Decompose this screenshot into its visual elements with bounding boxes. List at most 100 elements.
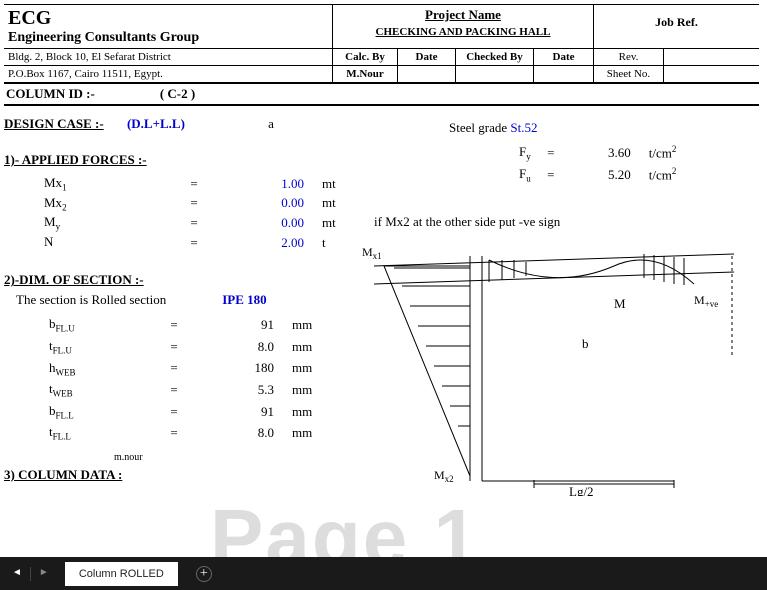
fy-val: 3.60 [571, 145, 631, 161]
blank-cell [663, 49, 759, 65]
force-val: 0.00 [244, 195, 304, 211]
force-val: 2.00 [244, 235, 304, 251]
dim-sym: hWEB [4, 360, 144, 378]
dim-eq: = [144, 360, 204, 376]
sheet-tab-bar: ◄ ► Column ROLLED + [0, 557, 767, 590]
section-is-text: The section is Rolled section [16, 292, 166, 307]
dim-unit: mm [274, 425, 324, 441]
fy-eq: = [531, 145, 571, 161]
force-eq: = [144, 176, 244, 192]
add-sheet-button[interactable]: + [196, 566, 212, 582]
fy-row: Fy = 3.60 t/cm2 [519, 144, 676, 162]
force-row: Mx2=0.00mt [4, 194, 759, 214]
fu-sym: Fu [519, 166, 531, 184]
steel-grade: Steel grade St.52 [449, 120, 537, 136]
force-sym: Mx2 [4, 195, 144, 213]
dim-sym: tFL.U [4, 338, 144, 356]
fu-unit: t/cm2 [649, 166, 677, 183]
design-case-value: (D.L+L.L) [127, 116, 185, 131]
column-id-row: COLUMN ID :- ( C-2 ) [4, 84, 759, 106]
calcby-header: Calc. By [332, 49, 397, 65]
rev-header: Rev. [593, 49, 663, 65]
dim-val: 180 [204, 360, 274, 376]
company-name: ECG [8, 7, 328, 30]
dim-val: 8.0 [204, 339, 274, 355]
force-unit: mt [304, 176, 354, 192]
dim-unit: mm [274, 382, 324, 398]
design-case-row: DESIGN CASE :- (D.L+L.L) a [4, 116, 759, 132]
address-2: P.O.Box 1167, Cairo 11511, Egypt. [4, 66, 332, 82]
force-sym: N [4, 234, 144, 252]
tab-nav-separator [30, 567, 31, 581]
steel-grade-value: St.52 [510, 120, 537, 135]
dim-unit: mm [274, 360, 324, 376]
design-letter: a [268, 116, 274, 131]
dim-unit: mm [274, 339, 324, 355]
force-eq: = [144, 215, 244, 231]
header-row: ECG Engineering Consultants Group Projec… [4, 4, 759, 48]
jobref-label: Job Ref. [655, 15, 698, 29]
moment-diagram: Mx1 Mx2 M M+ve b Lg/2 [354, 236, 744, 496]
diagram-mx2: Mx2 [434, 468, 454, 484]
project-block: Project Name CHECKING AND PACKING HALL [332, 5, 593, 48]
column-id-label: COLUMN ID :- [4, 86, 95, 102]
sheet-tab-column-rolled[interactable]: Column ROLLED [65, 562, 178, 586]
dim-sym: tFL.L [4, 424, 144, 442]
dim-val: 91 [204, 404, 274, 420]
dim-eq: = [144, 425, 204, 441]
tab-nav-right-icon[interactable]: ► [33, 567, 55, 581]
dim-sym: bFL.U [4, 316, 144, 334]
project-label: Project Name [333, 5, 593, 25]
dim-eq: = [144, 317, 204, 333]
plus-icon: + [200, 566, 208, 582]
force-unit: t [304, 235, 354, 251]
dim-eq: = [144, 382, 204, 398]
fy-unit: t/cm2 [649, 144, 677, 161]
fy-sym: Fy [519, 144, 531, 162]
dim-eq: = [144, 404, 204, 420]
date-value [397, 66, 455, 82]
jobref-block: Job Ref. [593, 5, 759, 48]
diagram-b: b [582, 336, 589, 351]
force-unit: mt [304, 215, 354, 231]
dim-unit: mm [274, 317, 324, 333]
steel-grade-label: Steel grade [449, 120, 507, 135]
force-eq: = [144, 195, 244, 211]
date2-value [533, 66, 593, 82]
fu-row: Fu = 5.20 t/cm2 [519, 166, 676, 184]
sheet-value [663, 66, 759, 82]
dim-sym: bFL.L [4, 403, 144, 421]
date2-header: Date [533, 49, 593, 65]
info-value-row: P.O.Box 1167, Cairo 11511, Egypt. M.Nour… [4, 65, 759, 84]
info-header-row: Bldg. 2, Block 10, El Sefarat District C… [4, 48, 759, 65]
dim-unit: mm [274, 404, 324, 420]
dim-val: 8.0 [204, 425, 274, 441]
fu-val: 5.20 [571, 167, 631, 183]
force-val: 1.00 [244, 176, 304, 192]
page-watermark: Page 1 [210, 492, 480, 557]
diagram-m: M [614, 296, 626, 311]
company-block: ECG Engineering Consultants Group [4, 5, 332, 48]
force-unit: mt [304, 195, 354, 211]
mx2-note: if Mx2 at the other side put -ve sign [374, 214, 560, 230]
sheet-header: Sheet No. [593, 66, 663, 82]
tab-nav: ◄ ► [0, 567, 55, 581]
diagram-mtve: M+ve [694, 293, 718, 309]
force-eq: = [144, 235, 244, 251]
dim-val: 91 [204, 317, 274, 333]
tab-nav-left-icon[interactable]: ◄ [6, 567, 28, 581]
company-subtitle: Engineering Consultants Group [8, 30, 328, 46]
diagram-lg2: Lg/2 [569, 484, 594, 496]
content-area: DESIGN CASE :- (D.L+L.L) a Steel grade S… [4, 106, 759, 483]
document-page: ECG Engineering Consultants Group Projec… [0, 0, 767, 557]
design-case-label: DESIGN CASE :- [4, 116, 104, 131]
fu-eq: = [531, 167, 571, 183]
force-val: 0.00 [244, 215, 304, 231]
calcby-value: M.Nour [332, 66, 397, 82]
dim-sym: tWEB [4, 381, 144, 399]
project-value: CHECKING AND PACKING HALL [333, 25, 593, 40]
checkedby-header: Checked By [455, 49, 533, 65]
address-1: Bldg. 2, Block 10, El Sefarat District [4, 49, 332, 65]
column-id-value: ( C-2 ) [160, 86, 195, 102]
force-sym: Mx1 [4, 175, 144, 193]
